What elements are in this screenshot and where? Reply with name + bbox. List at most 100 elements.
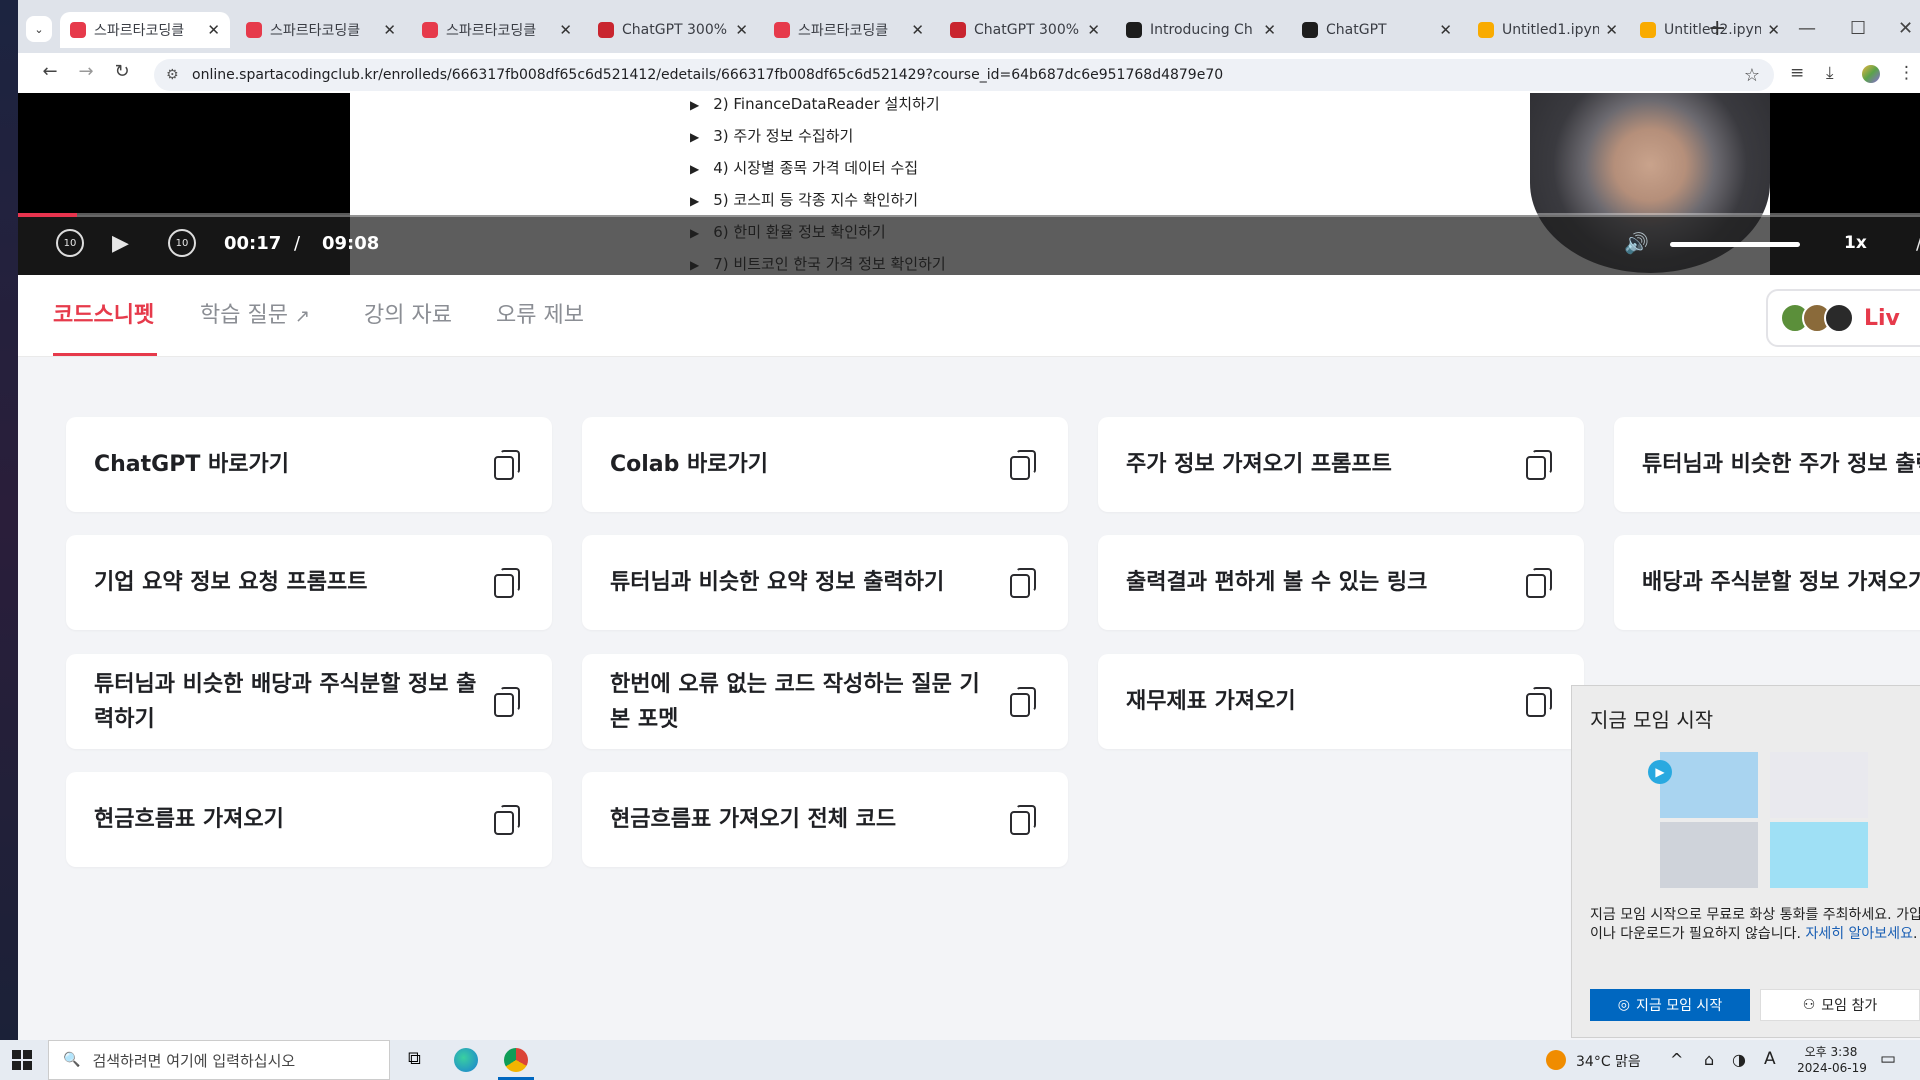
close-tab-icon[interactable]: ✕ bbox=[1605, 21, 1618, 39]
snippet-card[interactable]: 출력결과 편하게 볼 수 있는 링크 bbox=[1098, 535, 1584, 630]
copy-icon[interactable] bbox=[1526, 687, 1554, 717]
close-tab-icon[interactable]: ✕ bbox=[911, 21, 924, 39]
chevron-up-icon[interactable]: ^ bbox=[1670, 1050, 1683, 1069]
fullscreen-icon[interactable]: / bbox=[1916, 233, 1920, 254]
tab-error-report[interactable]: 오류 제보 bbox=[496, 297, 584, 329]
copy-icon[interactable] bbox=[1526, 568, 1554, 598]
close-window-button[interactable]: ✕ bbox=[1898, 18, 1913, 39]
join-meeting-button[interactable]: ⚇ 모임 참가 bbox=[1760, 989, 1920, 1021]
active-tab-underline bbox=[53, 353, 157, 356]
browser-tab[interactable]: ChatGPT 300% ✕ bbox=[940, 14, 1110, 46]
volume-slider[interactable] bbox=[1670, 242, 1800, 247]
heart-icon bbox=[774, 22, 790, 38]
browser-tab[interactable]: Introducing Ch ✕ bbox=[1116, 14, 1286, 46]
copy-icon[interactable] bbox=[1526, 450, 1554, 480]
tab-bar: ⌄ 스파르타코딩클 ✕ 스파르타코딩클 ✕ 스파르타코딩클 ✕ ChatGPT 300% ✕ 스… bbox=[18, 0, 1920, 60]
snippet-card[interactable]: 기업 요약 정보 요청 프롬프트 bbox=[66, 535, 552, 630]
snippet-title: Colab 바로가기 bbox=[610, 452, 769, 477]
close-tab-icon[interactable]: ✕ bbox=[735, 21, 748, 39]
browser-tab[interactable]: 스파르타코딩클 ✕ bbox=[764, 14, 934, 46]
bookmark-star-icon[interactable]: ☆ bbox=[1744, 65, 1760, 86]
snippet-card[interactable]: ChatGPT 바로가기 bbox=[66, 417, 552, 512]
browser-tab[interactable]: ChatGPT ✕ bbox=[1292, 14, 1462, 46]
snippet-card[interactable]: 튜터님과 비슷한 배당과 주식분할 정보 출력하기 bbox=[66, 654, 552, 749]
close-tab-icon[interactable]: ✕ bbox=[1767, 21, 1780, 39]
browser-tab[interactable]: Untitled1.ipynb ✕ bbox=[1468, 14, 1628, 46]
rewind-10-button[interactable]: 10 bbox=[56, 229, 84, 257]
forward-10-button[interactable]: 10 bbox=[168, 229, 196, 257]
tab-label: Introducing Ch bbox=[1150, 22, 1253, 38]
back-button[interactable]: ← bbox=[32, 61, 68, 82]
windows-start-icon[interactable] bbox=[12, 1050, 32, 1070]
forward-button[interactable]: → bbox=[68, 61, 104, 82]
snippet-title: 배당과 주식분할 정보 가져오기 프 bbox=[1642, 570, 1920, 595]
copy-icon[interactable] bbox=[494, 805, 522, 835]
copy-icon[interactable] bbox=[1010, 568, 1038, 598]
tab-search-button[interactable]: ⌄ bbox=[26, 16, 52, 42]
browser-tab[interactable]: 스파르타코딩클 ✕ bbox=[60, 12, 230, 48]
browser-tab[interactable]: 스파르타코딩클 ✕ bbox=[236, 14, 406, 46]
notification-icon[interactable]: ▭ bbox=[1880, 1049, 1896, 1069]
learn-more-link[interactable]: 자세히 알아보세요 bbox=[1805, 926, 1913, 942]
download-icon[interactable]: ⤓ bbox=[1826, 63, 1834, 83]
copy-icon[interactable] bbox=[494, 687, 522, 717]
live-button[interactable]: Liv bbox=[1766, 289, 1920, 347]
taskbar-search-box[interactable]: 🔍 검색하려면 여기에 입력하십시오 bbox=[48, 1040, 390, 1080]
copy-icon[interactable] bbox=[494, 450, 522, 480]
tab-code-snippet[interactable]: 코드스니펫 bbox=[53, 297, 154, 329]
chrome-icon[interactable] bbox=[504, 1048, 528, 1072]
maximize-button[interactable]: ☐ bbox=[1850, 18, 1866, 39]
task-view-icon[interactable]: ⧉ bbox=[408, 1048, 432, 1072]
tab-lecture-materials[interactable]: 강의 자료 bbox=[364, 297, 452, 329]
snippet-card[interactable]: 배당과 주식분할 정보 가져오기 프 bbox=[1614, 535, 1920, 630]
ime-indicator[interactable]: A bbox=[1764, 1049, 1776, 1069]
playback-speed-button[interactable]: 1x bbox=[1844, 233, 1867, 253]
copy-icon[interactable] bbox=[1010, 450, 1038, 480]
snippet-card[interactable]: 재무제표 가져오기 bbox=[1098, 654, 1584, 749]
snippet-card[interactable]: 현금흐름표 가져오기 전체 코드 bbox=[582, 772, 1068, 867]
clock-date[interactable]: 2024-06-19 bbox=[1792, 1061, 1872, 1075]
close-tab-icon[interactable]: ✕ bbox=[1263, 21, 1276, 39]
minimize-button[interactable]: — bbox=[1798, 18, 1816, 39]
snippet-card[interactable]: 현금흐름표 가져오기 bbox=[66, 772, 552, 867]
snippet-card[interactable]: 튜터님과 비슷한 요약 정보 출력하기 bbox=[582, 535, 1068, 630]
snippet-card[interactable]: 한번에 오류 없는 코드 작성하는 질문 기본 포멧 bbox=[582, 654, 1068, 749]
close-tab-icon[interactable]: ✕ bbox=[559, 21, 572, 39]
snippet-card[interactable]: Colab 바로가기 bbox=[582, 417, 1068, 512]
desktop-background bbox=[0, 0, 18, 1040]
sound-icon[interactable]: ◑ bbox=[1732, 1050, 1746, 1069]
network-icon[interactable]: ⌂ bbox=[1704, 1050, 1714, 1069]
current-time: 00:17 bbox=[224, 233, 282, 254]
browser-tab[interactable]: 스파르타코딩클 ✕ bbox=[412, 14, 582, 46]
video-progress-bar[interactable] bbox=[18, 213, 1920, 217]
browser-tab[interactable]: ChatGPT 300% ✕ bbox=[588, 14, 758, 46]
close-tab-icon[interactable]: ✕ bbox=[1439, 21, 1452, 39]
close-tab-icon[interactable]: ✕ bbox=[1087, 21, 1100, 39]
site-info-icon[interactable]: ⚙ bbox=[166, 67, 179, 83]
copy-icon[interactable] bbox=[1010, 805, 1038, 835]
edge-icon[interactable] bbox=[454, 1048, 478, 1072]
new-tab-button[interactable]: + bbox=[1708, 16, 1726, 41]
copy-icon[interactable] bbox=[1010, 687, 1038, 717]
menu-dots-icon[interactable]: ⋮ bbox=[1898, 63, 1915, 83]
close-tab-icon[interactable]: ✕ bbox=[383, 21, 396, 39]
triangle-bullet-icon: ▶ bbox=[690, 194, 700, 208]
clock-time[interactable]: 오후 3:38 bbox=[1796, 1043, 1866, 1060]
tab-study-question[interactable]: 학습 질문 ↗ bbox=[200, 297, 310, 329]
url-bar[interactable]: ⚙ online.spartacodingclub.kr/enrolleds/6… bbox=[154, 59, 1774, 91]
toc-item-label: 5) 코스피 등 각종 지수 확인하기 bbox=[713, 191, 919, 209]
video-player[interactable]: ▶ 2) FinanceDataReader 설치하기 ▶ 3) 주가 정보 수집하기… bbox=[18, 93, 1920, 275]
snippet-card[interactable]: 튜터님과 비슷한 주가 정보 출력하 bbox=[1614, 417, 1920, 512]
profile-avatar[interactable] bbox=[1862, 65, 1880, 83]
tab-label: 스파르타코딩클 bbox=[446, 23, 537, 39]
triangle-bullet-icon: ▶ bbox=[690, 130, 700, 144]
media-control-icon[interactable]: ≡ bbox=[1790, 63, 1804, 83]
reload-button[interactable]: ↻ bbox=[104, 61, 140, 82]
volume-icon[interactable]: 🔊 bbox=[1624, 231, 1649, 255]
weather-text[interactable]: 34°C 맑음 bbox=[1576, 1051, 1641, 1071]
close-tab-icon[interactable]: ✕ bbox=[207, 21, 220, 39]
copy-icon[interactable] bbox=[494, 568, 522, 598]
snippet-card[interactable]: 주가 정보 가져오기 프롬프트 bbox=[1098, 417, 1584, 512]
start-meeting-button[interactable]: ◎ 지금 모임 시작 bbox=[1590, 989, 1750, 1021]
play-button[interactable]: ▶ bbox=[112, 231, 129, 256]
